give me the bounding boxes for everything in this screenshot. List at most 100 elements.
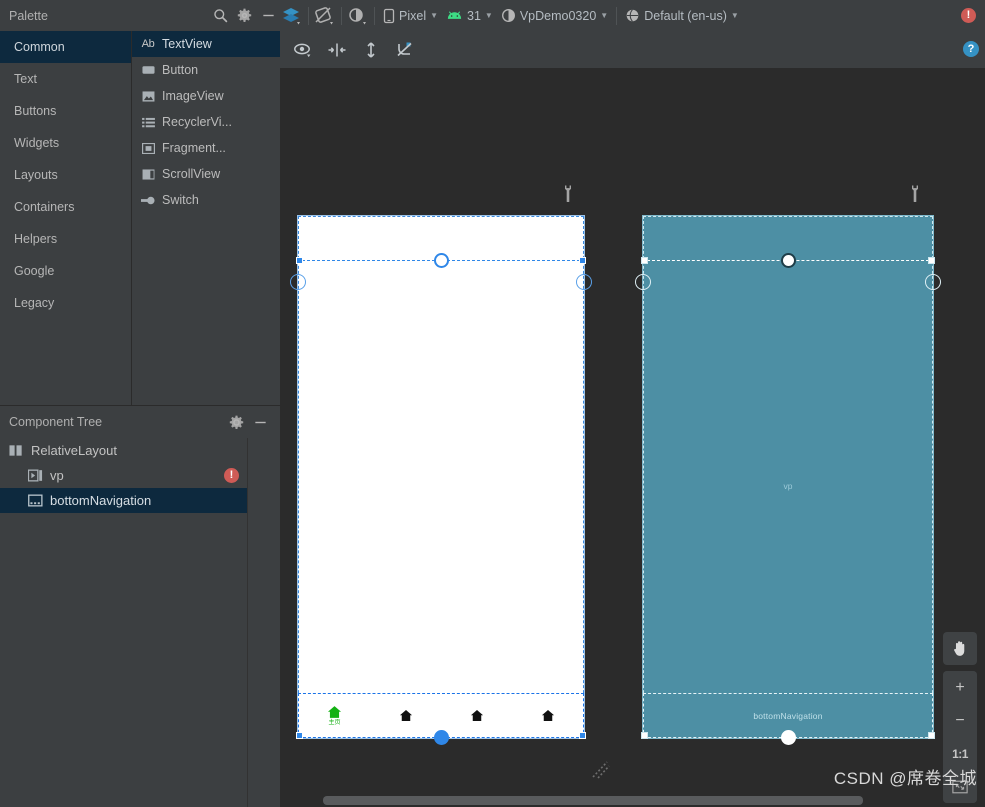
chevron-down-icon: ▼ — [600, 10, 609, 20]
orientation-rotate-icon[interactable] — [313, 4, 337, 28]
palette-item-label: Switch — [162, 193, 199, 207]
palette-category-text[interactable]: Text — [0, 63, 131, 95]
palette-category-legacy[interactable]: Legacy — [0, 287, 131, 319]
blueprint-vp-label: vp — [783, 481, 793, 491]
constraint-anchor-left[interactable] — [290, 274, 306, 290]
resize-handle-top-right[interactable] — [579, 257, 586, 264]
constraint-anchor-top[interactable] — [434, 253, 449, 268]
locale-selector[interactable]: Default (en-us) ▼ — [621, 4, 743, 28]
horizontal-scrollbar-thumb[interactable] — [323, 796, 863, 805]
horizontal-scrollbar-track[interactable] — [280, 793, 985, 807]
zoom-out-button[interactable]: − — [943, 704, 977, 737]
actual-size-button[interactable]: 1:1 — [943, 737, 977, 770]
resize-handle-bottom-left[interactable] — [641, 732, 648, 739]
palette-item-button[interactable]: Button — [132, 57, 280, 83]
tree-node-label: RelativeLayout — [31, 443, 117, 458]
gear-icon[interactable] — [232, 4, 256, 28]
tree-node-relativelayout[interactable]: RelativeLayout — [0, 438, 247, 463]
surface-resize-grip[interactable] — [590, 759, 612, 781]
bottom-nav-item-3[interactable] — [512, 709, 583, 723]
zoom-controls: + − 1:1 — [943, 632, 977, 803]
constraint-anchor-bottom[interactable] — [781, 730, 796, 745]
bottomnavigation-icon — [28, 493, 43, 508]
palette-category-widgets[interactable]: Widgets — [0, 127, 131, 159]
zoom-in-button[interactable]: + — [943, 671, 977, 704]
palette-panel: Common Text Buttons Widgets Layouts Cont… — [0, 31, 280, 405]
resize-handle-bottom-right[interactable] — [928, 732, 935, 739]
design-surface-mode-icon[interactable] — [280, 4, 304, 28]
palette-category-buttons[interactable]: Buttons — [0, 95, 131, 127]
constraint-anchor-bottom[interactable] — [434, 730, 449, 745]
constraint-anchor-top[interactable] — [781, 253, 796, 268]
pan-tool-button[interactable] — [943, 632, 977, 665]
chevron-down-icon: ▼ — [484, 10, 493, 20]
component-tree-side-strip — [247, 438, 280, 807]
palette-item-recyclerview[interactable]: RecyclerVi... — [132, 109, 280, 135]
design-preview-surface[interactable]: 主页 — [290, 215, 592, 745]
palette-item-scrollview[interactable]: ScrollView — [132, 161, 280, 187]
home-icon — [470, 709, 484, 722]
palette-item-switch[interactable]: Switch — [132, 187, 280, 213]
pan-group — [943, 632, 977, 665]
top-toolbar: Palette Pixel ▼ 31 ▼ VpDemo0320 ▼ Defaul… — [0, 0, 985, 31]
vp-selection-outline — [298, 216, 584, 738]
align-vertical-icon[interactable] — [358, 37, 384, 63]
tree-node-bottomnavigation[interactable]: bottomNavigation — [0, 488, 247, 513]
clear-constraints-icon[interactable] — [392, 37, 418, 63]
blueprint-preview-surface[interactable]: vp bottomNavigation — [635, 215, 941, 745]
device-selector[interactable]: Pixel ▼ — [379, 4, 442, 28]
bottom-nav-item-0[interactable]: 主页 — [299, 705, 370, 726]
palette-category-layouts[interactable]: Layouts — [0, 159, 131, 191]
toolbar-divider — [308, 6, 309, 25]
theme-selector-icon[interactable] — [346, 4, 370, 28]
design-canvas[interactable]: 主页 vp bottomNavigation + − 1:1 — [280, 69, 985, 807]
android-icon — [446, 10, 463, 22]
view-options-icon[interactable] — [290, 37, 316, 63]
toolbar-divider — [616, 6, 618, 25]
toolbar-divider — [341, 6, 342, 25]
palette-category-containers[interactable]: Containers — [0, 191, 131, 223]
imageview-icon — [141, 89, 155, 103]
device-config-wrench-icon[interactable] — [562, 185, 574, 202]
bottom-nav-item-2[interactable] — [441, 709, 512, 723]
minimize-icon[interactable] — [256, 4, 280, 28]
resize-handle-top-right[interactable] — [928, 257, 935, 264]
relativelayout-icon — [9, 443, 24, 458]
bottom-nav-item-label: 主页 — [328, 720, 341, 726]
blueprint-bottomnav-label: bottomNavigation — [753, 710, 823, 721]
palette-item-fragment[interactable]: Fragment... — [132, 135, 280, 161]
palette-item-label: ScrollView — [162, 167, 221, 181]
component-tree-title: Component Tree — [9, 415, 103, 429]
palette-category-common[interactable]: Common — [0, 31, 131, 63]
device-config-wrench-icon[interactable] — [909, 185, 921, 202]
gear-icon[interactable] — [224, 410, 248, 434]
search-icon[interactable] — [208, 4, 232, 28]
bottom-nav-item-1[interactable] — [370, 709, 441, 723]
tree-node-vp[interactable]: vp ! — [0, 463, 247, 488]
component-tree-header: Component Tree — [0, 405, 280, 438]
constraint-anchor-right[interactable] — [925, 274, 941, 290]
error-badge[interactable]: ! — [961, 8, 976, 23]
design-editor-toolbar: ? — [280, 31, 985, 69]
tree-node-error-badge[interactable]: ! — [224, 468, 239, 483]
constraint-anchor-right[interactable] — [576, 274, 592, 290]
palette-category-google[interactable]: Google — [0, 255, 131, 287]
textview-icon: Ab — [141, 38, 155, 50]
help-icon[interactable]: ? — [963, 41, 979, 57]
resize-handle-top-left[interactable] — [296, 257, 303, 264]
vp-blueprint-outline — [643, 216, 933, 738]
palette-item-imageview[interactable]: ImageView — [132, 83, 280, 109]
api-level-selector[interactable]: 31 ▼ — [442, 4, 497, 28]
align-horizontal-icon[interactable] — [324, 37, 350, 63]
button-icon — [141, 63, 155, 77]
resize-handle-top-left[interactable] — [641, 257, 648, 264]
theme-button[interactable]: VpDemo0320 ▼ — [497, 4, 612, 28]
resize-handle-bottom-left[interactable] — [296, 732, 303, 739]
design-editor: ? 主页 vp bottomNavigation + − 1:1 — [280, 31, 985, 807]
palette-category-helpers[interactable]: Helpers — [0, 223, 131, 255]
zoom-to-fit-button[interactable] — [943, 770, 977, 803]
minimize-icon[interactable] — [248, 410, 272, 434]
palette-item-textview[interactable]: Ab TextView — [132, 31, 280, 57]
resize-handle-bottom-right[interactable] — [579, 732, 586, 739]
constraint-anchor-left[interactable] — [635, 274, 651, 290]
